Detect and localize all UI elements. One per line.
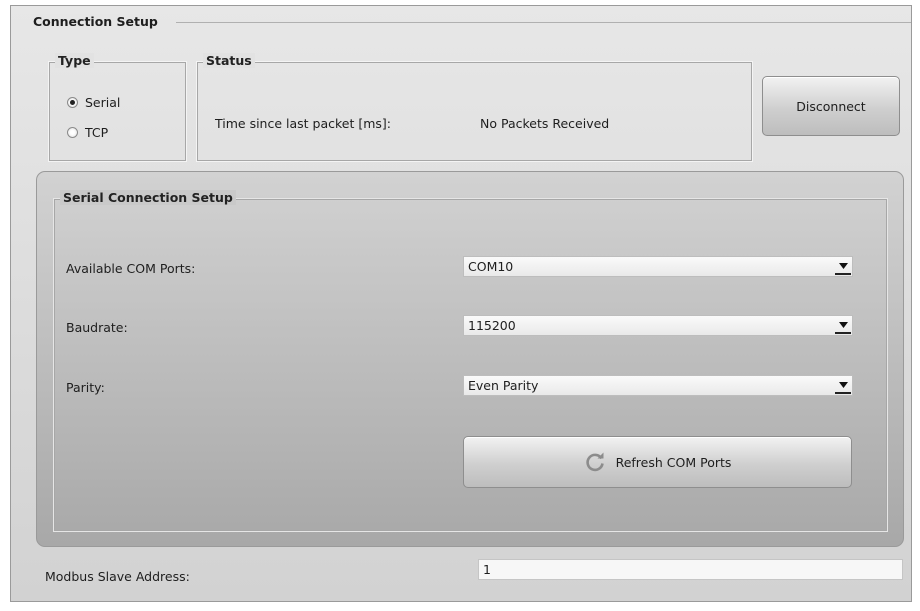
baudrate-label: Baudrate: (66, 320, 128, 335)
type-group-title: Type (55, 53, 94, 68)
serial-connection-panel: Serial Connection Setup Available COM Po… (36, 171, 904, 547)
baudrate-select[interactable]: 115200 (463, 315, 853, 336)
com-ports-label: Available COM Ports: (66, 261, 196, 276)
refresh-icon (584, 451, 606, 473)
modbus-address-label: Modbus Slave Address: (45, 569, 190, 584)
radio-serial[interactable]: Serial (67, 95, 120, 110)
baudrate-value: 115200 (468, 318, 516, 333)
radio-tcp-label: TCP (85, 125, 109, 140)
radio-tcp-button[interactable] (67, 127, 78, 138)
connection-setup-title: Connection Setup (31, 14, 160, 29)
radio-tcp[interactable]: TCP (67, 125, 108, 140)
serial-connection-group: Serial Connection Setup Available COM Po… (53, 190, 888, 532)
status-group-title: Status (203, 53, 255, 68)
chevron-down-icon[interactable] (835, 377, 851, 394)
refresh-com-ports-label: Refresh COM Ports (615, 454, 732, 470)
parity-label: Parity: (66, 380, 105, 395)
com-ports-select[interactable]: COM10 (463, 256, 853, 277)
chevron-down-icon[interactable] (835, 317, 851, 334)
type-group: Type Serial TCP (48, 53, 187, 162)
radio-serial-button[interactable] (67, 97, 78, 108)
parity-select[interactable]: Even Parity (463, 375, 853, 396)
serial-connection-title: Serial Connection Setup (60, 190, 236, 205)
com-ports-value: COM10 (468, 259, 514, 274)
modbus-address-input[interactable]: 1 (478, 559, 903, 580)
refresh-com-ports-button[interactable]: Refresh COM Ports (463, 436, 852, 488)
radio-serial-label: Serial (85, 95, 121, 110)
connection-setup-window: Connection Setup Type Serial TCP Status … (10, 5, 912, 602)
time-since-label: Time since last packet [ms]: (215, 116, 392, 131)
chevron-down-icon[interactable] (835, 258, 851, 275)
modbus-address-value: 1 (483, 562, 491, 577)
time-since-value: No Packets Received (480, 116, 610, 131)
parity-value: Even Parity (468, 378, 539, 393)
connection-setup-frame-line (176, 22, 911, 23)
disconnect-button[interactable]: Disconnect (762, 76, 900, 136)
disconnect-button-label: Disconnect (796, 98, 866, 114)
status-group: Status Time since last packet [ms]: No P… (196, 53, 753, 162)
